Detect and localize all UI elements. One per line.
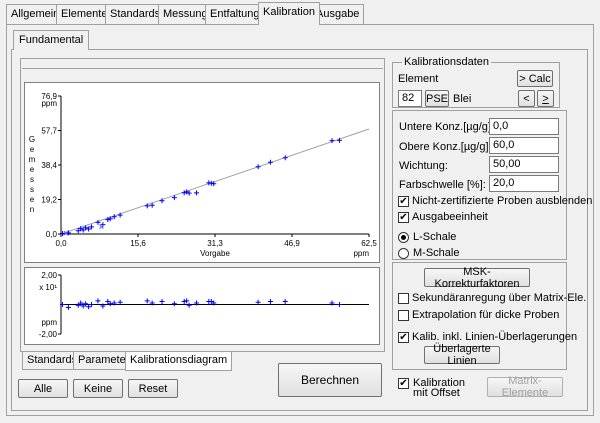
element-name: Blei xyxy=(453,93,472,105)
output-unit-label: Ausgabeeinheit xyxy=(412,211,488,223)
l-scale-radio[interactable] xyxy=(398,232,409,243)
y-axis-label-letter: e xyxy=(30,145,35,154)
overlap-lines-button[interactable]: Überlagerte Linien xyxy=(424,343,500,367)
output-unit-checkbox[interactable]: ✔ xyxy=(398,212,409,223)
hide-noncert-label: Nicht-zertifizierte Proben ausblenden xyxy=(412,195,593,207)
element-number-field[interactable]: 82 xyxy=(398,90,422,107)
residual-scale-label: x 10¹ xyxy=(39,283,57,292)
m-scale-radio[interactable] xyxy=(398,248,409,259)
pse-button[interactable]: PSE xyxy=(425,90,449,107)
msk-button[interactable]: MSK-Korrekturfaktoren xyxy=(424,266,530,290)
select-all-button[interactable]: Alle xyxy=(18,379,68,398)
weight-field[interactable]: 50,00 xyxy=(489,156,559,173)
extrapolation-checkbox[interactable] xyxy=(398,310,409,321)
color-threshold-field[interactable]: 20,0 xyxy=(489,175,559,192)
y-axis-label-letter: e xyxy=(30,165,35,174)
reset-button[interactable]: Reset xyxy=(128,379,178,398)
offset-checkbox[interactable]: ✔ xyxy=(398,378,409,389)
y-tick-label: 57,7 xyxy=(41,127,57,136)
prev-element-button[interactable]: < xyxy=(518,90,535,107)
x-axis-label: Vorgabe xyxy=(200,249,230,258)
weight-label: Wichtung: xyxy=(399,160,448,172)
calibration-chart: 0,019,238,457,776,9ppm0,0 15,6 31,3 46,9 62,… xyxy=(24,82,380,345)
upper-conc-label: Obere Konz.[µg/g]: xyxy=(399,141,492,153)
residual-y-tick-label: 2,00 xyxy=(41,271,57,280)
extrapolation-label: Extrapolation für dicke Proben xyxy=(412,309,560,321)
y-axis-label-letter: n xyxy=(30,205,34,214)
residual-y-tick-label: -2,00 xyxy=(39,330,58,339)
kalib-overlap-checkbox[interactable]: ✔ xyxy=(398,332,409,343)
offset-label-2: mit Offset xyxy=(413,387,460,399)
y-axis-label-letter: s xyxy=(30,185,34,194)
compute-button[interactable]: Berechnen xyxy=(278,363,382,397)
x-tick-label: 62,5 xyxy=(361,239,377,248)
tab-kalibration[interactable]: Kalibration xyxy=(258,2,320,25)
x-tick-label: 15,6 xyxy=(130,239,146,248)
y-axis-label-letter: m xyxy=(29,155,36,164)
x-tick-label: 46,9 xyxy=(284,239,300,248)
calibration-data-title: Kalibrationsdaten xyxy=(402,56,492,68)
tab-elemente[interactable]: Elemente xyxy=(56,4,113,24)
kalib-overlap-label: Kalib. inkl. Linien-Überlagerungen xyxy=(412,331,578,343)
y-axis-label-letter: G xyxy=(29,135,35,144)
plot-tab-kalibrationsdiagram[interactable]: Kalibrationsdiagram xyxy=(125,352,233,371)
lower-conc-label: Untere Konz.[µg/g]: xyxy=(399,121,494,133)
main-plot-frame xyxy=(24,82,380,263)
y-axis-label-letter: e xyxy=(30,195,35,204)
residual-unit-label: ppm xyxy=(41,318,57,327)
y-tick-label: 19,2 xyxy=(41,196,57,205)
x-unit-label: ppm xyxy=(353,249,369,258)
color-threshold-label: Farbschwelle [%]: xyxy=(399,179,486,191)
m-scale-label: M-Schale xyxy=(413,247,460,259)
matrix-elements-button[interactable]: Matrix-Elemente xyxy=(487,375,563,399)
select-none-button[interactable]: Keine xyxy=(73,379,123,398)
y-tick-label: 0,0 xyxy=(46,230,58,239)
upper-conc-field[interactable]: 60,0 xyxy=(489,137,559,154)
next-element-button[interactable]: > xyxy=(537,90,554,107)
x-tick-label: 0,0 xyxy=(55,239,67,248)
subtab-fundamental[interactable]: Fundamental xyxy=(13,30,90,50)
secondary-excitation-label: Sekundäranregung über Matrix-Ele. xyxy=(412,292,587,304)
y-unit-label: ppm xyxy=(41,99,57,108)
tab-standards[interactable]: Standards xyxy=(105,4,166,24)
calc-button[interactable]: > Calc xyxy=(517,70,553,87)
l-scale-label: L-Schale xyxy=(413,231,457,243)
y-axis-label-letter: s xyxy=(30,175,34,184)
lower-conc-field[interactable]: 0,0 xyxy=(489,118,559,135)
y-tick-label: 38,4 xyxy=(41,161,57,170)
element-label: Element xyxy=(398,73,439,85)
tab-entfaltung[interactable]: Entfaltung xyxy=(205,4,265,24)
hide-noncert-checkbox[interactable]: ✔ xyxy=(398,196,409,207)
x-tick-label: 31,3 xyxy=(207,239,223,248)
plot-panel-divider xyxy=(22,68,383,69)
secondary-excitation-checkbox[interactable] xyxy=(398,293,409,304)
